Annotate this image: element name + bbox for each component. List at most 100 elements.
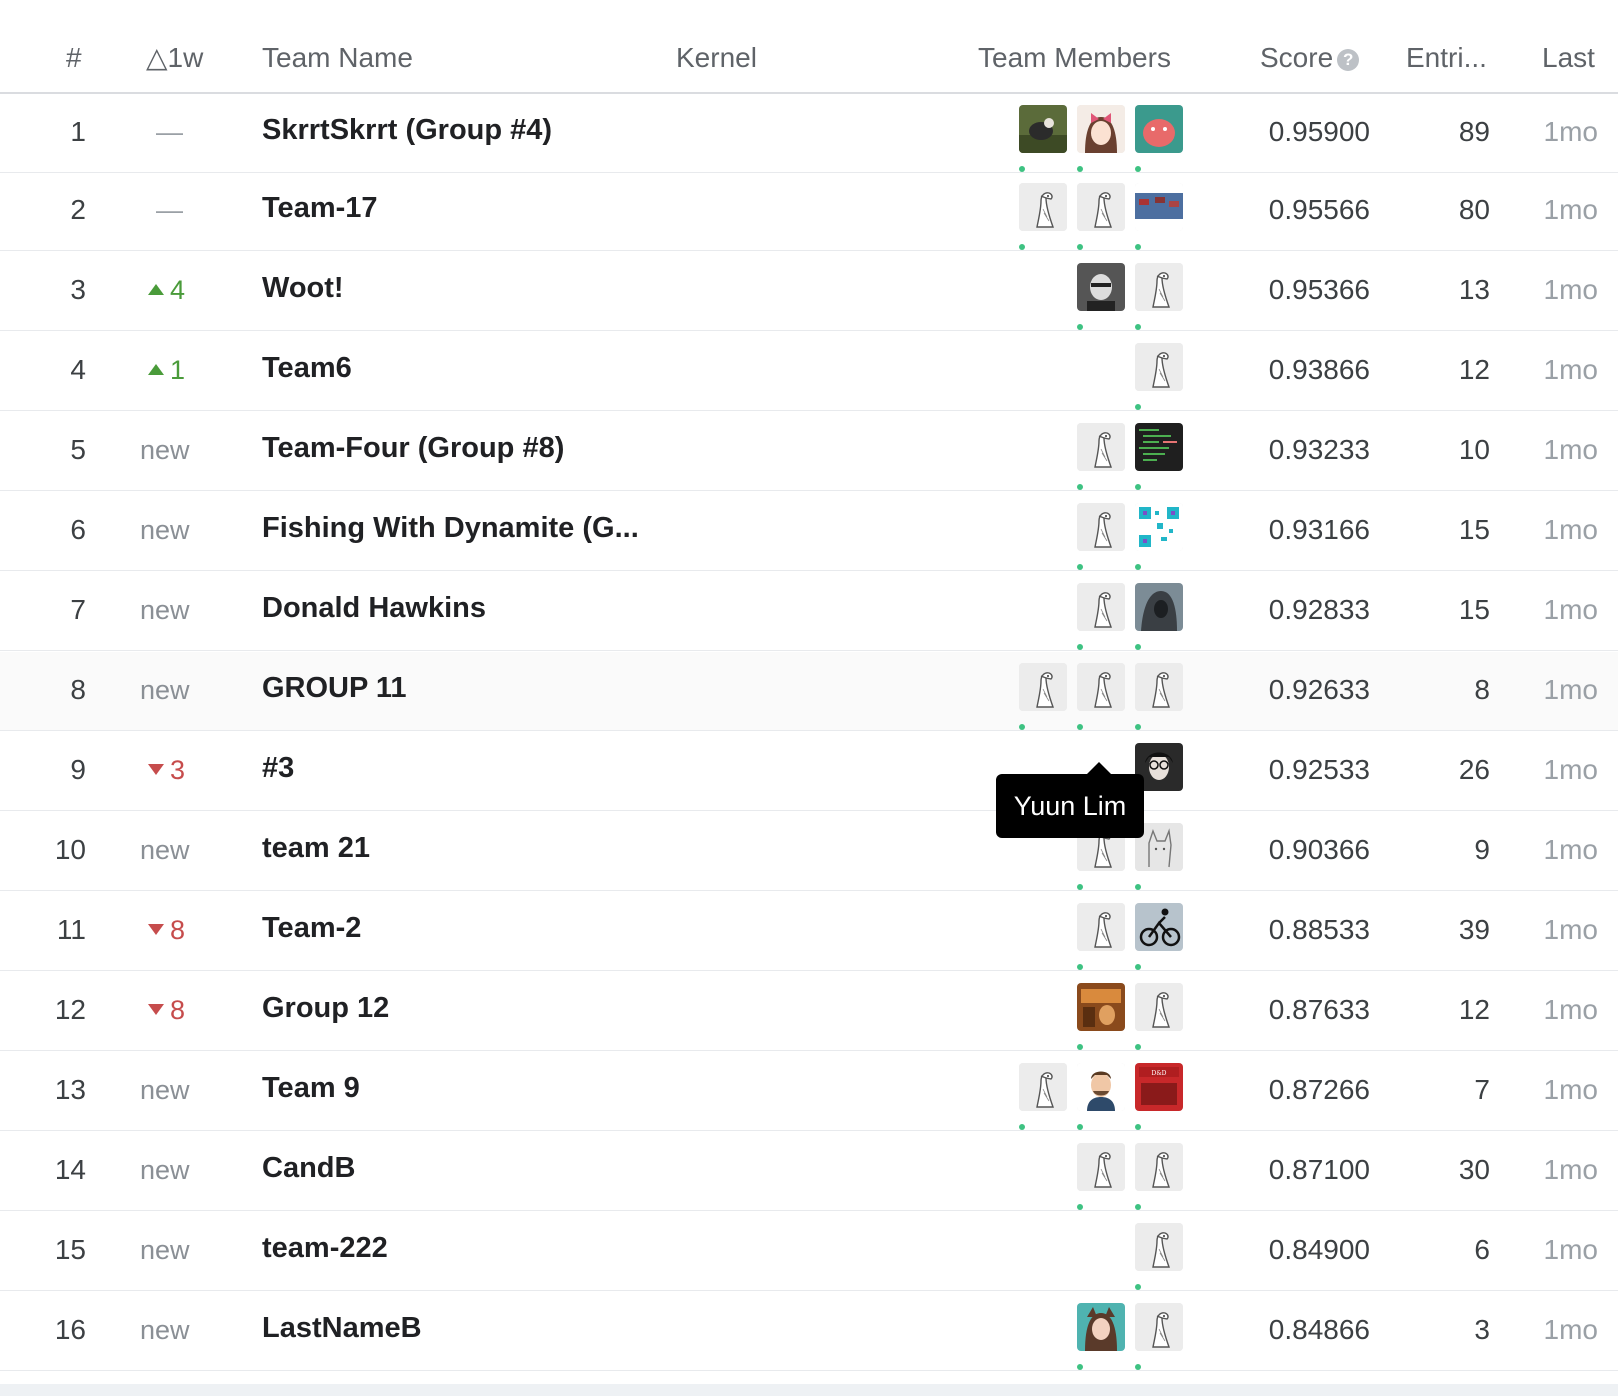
member-avatar[interactable]	[1019, 183, 1067, 250]
delta-text: 1	[170, 355, 186, 385]
table-row[interactable]: 15 new team-222 0.84900 6 1mo	[0, 1212, 1618, 1291]
team-name-link[interactable]: #3	[262, 750, 294, 786]
team-name-link[interactable]: Donald Hawkins	[262, 590, 486, 626]
member-avatar[interactable]	[1077, 263, 1125, 330]
member-avatar[interactable]	[1077, 663, 1125, 730]
bottom-edge	[0, 1384, 1618, 1396]
rank-value: 10	[54, 834, 86, 865]
online-status-dot	[1077, 1364, 1083, 1370]
goose-avatar-icon	[1135, 1143, 1183, 1191]
team-name-link[interactable]: Team-17	[262, 190, 378, 226]
kernel-column-header[interactable]: Kernel	[676, 40, 757, 76]
member-avatar[interactable]	[1135, 903, 1183, 970]
member-avatar[interactable]	[1019, 1063, 1067, 1130]
online-status-dot	[1135, 724, 1141, 730]
member-avatar[interactable]	[1019, 663, 1067, 730]
member-avatar[interactable]: D&D	[1135, 1063, 1183, 1130]
member-avatar[interactable]	[1135, 663, 1183, 730]
member-avatar[interactable]	[1135, 105, 1183, 172]
rank-value: 3	[70, 274, 86, 305]
member-avatar[interactable]	[1135, 263, 1183, 330]
online-status-dot	[1077, 1044, 1083, 1050]
team-name-link[interactable]: Team6	[262, 350, 352, 386]
member-avatar[interactable]	[1077, 1063, 1125, 1130]
team-name-link[interactable]: Woot!	[262, 270, 344, 306]
goose-avatar-icon	[1135, 983, 1183, 1031]
member-avatar[interactable]	[1135, 983, 1183, 1050]
member-avatar[interactable]	[1077, 903, 1125, 970]
team-name-link[interactable]: Team-Four (Group #8)	[262, 430, 564, 466]
team-name-link[interactable]: Team 9	[262, 1070, 360, 1106]
rank-value: 15	[54, 1234, 86, 1265]
member-avatar[interactable]	[1077, 583, 1125, 650]
table-row[interactable]: 1 — SkrrtSkrrt (Group #4) 0.95900 89 1mo	[0, 94, 1618, 173]
rank-down-icon	[148, 1004, 164, 1015]
table-row[interactable]: 6 new Fishing With Dynamite (G... 0.93166 15…	[0, 492, 1618, 571]
score-column-header[interactable]: Score?	[1260, 40, 1360, 76]
table-row[interactable]: 11 8 Team-2 0.88533 39 1mo	[0, 892, 1618, 971]
table-row[interactable]: 7 new Donald Hawkins 0.92833 15 1mo	[0, 572, 1618, 651]
last-submission-value: 1mo	[1543, 194, 1598, 225]
member-avatar[interactable]	[1135, 183, 1183, 250]
rank-value: 6	[70, 514, 86, 545]
team-name-link[interactable]: Team-2	[262, 910, 361, 946]
score-column-label: Score	[1260, 42, 1334, 73]
member-avatar[interactable]	[1077, 105, 1125, 172]
member-avatar[interactable]	[1135, 503, 1183, 570]
delta-value: —	[156, 192, 236, 228]
team-name-link[interactable]: LastNameB	[262, 1310, 422, 1346]
member-avatar[interactable]	[1135, 1223, 1183, 1290]
last-column-header[interactable]: Last	[1542, 40, 1595, 76]
team-name-link[interactable]: team 21	[262, 830, 370, 866]
entries-value: 3	[1474, 1314, 1490, 1345]
table-row[interactable]: 3 4 Woot! 0.95366 13 1mo	[0, 252, 1618, 331]
delta-text: new	[140, 435, 190, 465]
table-row[interactable]: 10 new team 21 0.90366 9 1mo	[0, 812, 1618, 891]
delta-value: 3	[148, 752, 228, 788]
member-avatar[interactable]	[1135, 1303, 1183, 1370]
table-row[interactable]: 13 new Team 9 D&D 0.87266 7 1mo	[0, 1052, 1618, 1131]
team-name-link[interactable]: team-222	[262, 1230, 388, 1266]
delta-column-header[interactable]: △1w	[146, 40, 203, 76]
help-icon[interactable]: ?	[1337, 49, 1360, 71]
member-avatar[interactable]	[1077, 183, 1125, 250]
table-row[interactable]: 2 — Team-17 0.95566 80 1mo	[0, 172, 1618, 251]
table-row[interactable]: 4 1 Team6 0.93866 12 1mo	[0, 332, 1618, 411]
member-avatar[interactable]	[1135, 423, 1183, 490]
goose-avatar-icon	[1135, 343, 1183, 391]
member-avatar[interactable]	[1077, 1303, 1125, 1370]
rank-column-header[interactable]: #	[66, 40, 82, 76]
cartoon-man-avatar-icon	[1077, 1063, 1125, 1111]
entries-column-header[interactable]: Entri...	[1406, 40, 1487, 76]
table-row[interactable]: 12 8 Group 12 0.87633 12 1mo	[0, 972, 1618, 1051]
member-avatar[interactable]	[1135, 343, 1183, 410]
team-name-link[interactable]: Group 12	[262, 990, 389, 1026]
table-row[interactable]: 5 new Team-Four (Group #8) 0.93233 10 1mo	[0, 412, 1618, 491]
score-value: 0.93233	[1268, 434, 1370, 465]
member-avatar[interactable]	[1135, 583, 1183, 650]
bw-man-avatar-icon	[1077, 263, 1125, 311]
table-row[interactable]: 8 new GROUP 11 0.92633 8 1mo	[0, 652, 1618, 731]
member-avatar[interactable]	[1077, 503, 1125, 570]
team-members	[1077, 1303, 1183, 1370]
team-name-link[interactable]: GROUP 11	[262, 670, 407, 706]
team-name-link[interactable]: SkrrtSkrrt (Group #4)	[262, 112, 552, 148]
team-name-link[interactable]: Fishing With Dynamite (G...	[262, 510, 639, 546]
delta-value: new	[140, 1152, 220, 1188]
last-submission-value: 1mo	[1543, 434, 1598, 465]
member-avatar[interactable]	[1077, 423, 1125, 490]
team-name-column-header[interactable]: Team Name	[262, 40, 413, 76]
member-avatar[interactable]	[1077, 1143, 1125, 1210]
table-row[interactable]: 14 new CandB 0.87100 30 1mo	[0, 1132, 1618, 1211]
table-row[interactable]: 16 new LastNameB 0.84866 3 1mo	[0, 1292, 1618, 1371]
member-avatar[interactable]	[1077, 983, 1125, 1050]
team-members-column-header[interactable]: Team Members	[978, 40, 1171, 76]
table-row[interactable]: 9 3 #3 0.92533 26 1mo	[0, 732, 1618, 811]
score-value: 0.93866	[1268, 354, 1370, 385]
member-avatar[interactable]	[1135, 1143, 1183, 1210]
team-name-link[interactable]: CandB	[262, 1150, 355, 1186]
member-avatar[interactable]	[1019, 105, 1067, 172]
rank-value: 7	[70, 594, 86, 625]
online-status-dot	[1135, 1204, 1141, 1210]
member-name-tooltip: Yuun Lim	[996, 762, 1144, 838]
